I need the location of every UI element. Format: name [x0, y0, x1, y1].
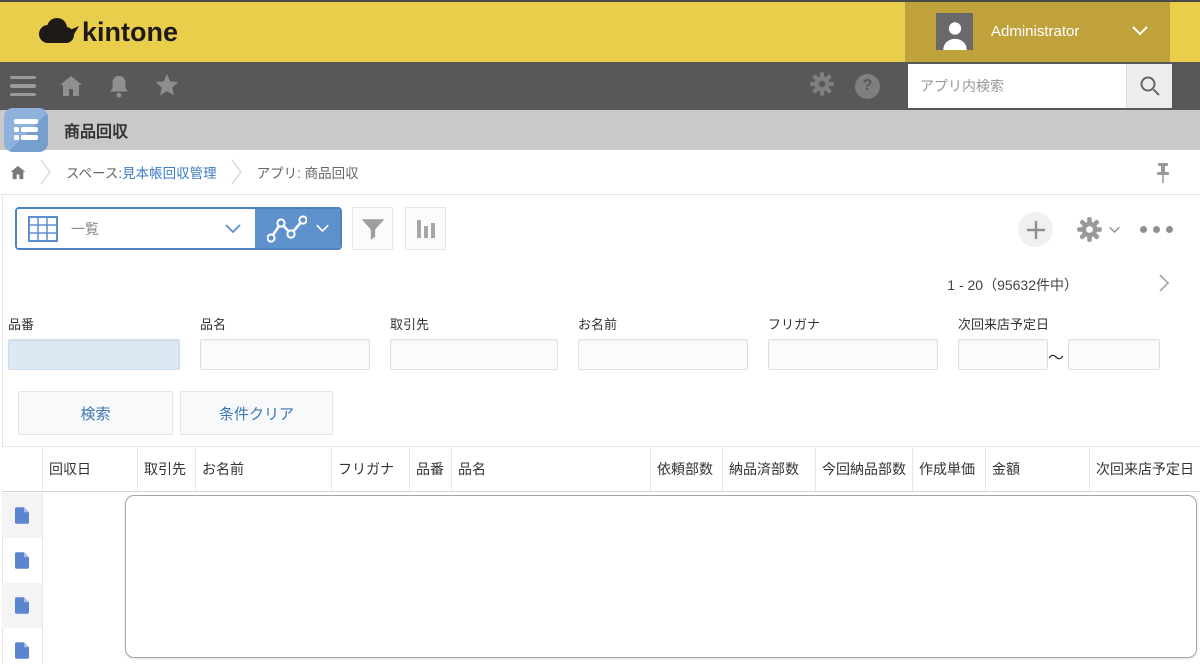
hamburger-menu-icon[interactable] — [10, 76, 36, 96]
chevron-down-icon — [315, 224, 329, 233]
gear-icon — [1077, 217, 1102, 242]
app-search — [908, 64, 1172, 108]
logo-text: kintone — [82, 16, 179, 47]
person-icon — [942, 21, 967, 50]
column-header[interactable]: 作成単価 — [913, 447, 986, 491]
column-header[interactable]: お名前 — [196, 447, 332, 491]
filter-input-furigana[interactable] — [768, 339, 938, 370]
filter-input-hinmei[interactable] — [200, 339, 370, 370]
filter-label-onamae: お名前 — [578, 317, 618, 332]
notifications-bell-icon[interactable] — [106, 74, 132, 98]
document-icon — [15, 552, 29, 569]
chevron-right-icon — [1159, 274, 1170, 292]
document-icon — [15, 642, 29, 659]
view-dropdown[interactable]: 一覧 — [17, 209, 255, 248]
favorites-star-icon[interactable] — [154, 74, 180, 98]
column-header[interactable]: 回収日 — [43, 447, 138, 491]
global-header: kintone Administrator — [0, 0, 1200, 62]
chevron-down-icon — [225, 224, 241, 234]
filter-input-onamae[interactable] — [578, 339, 748, 370]
view-selector: 一覧 — [15, 207, 342, 250]
kintone-logo[interactable]: kintone — [34, 12, 178, 52]
search-icon — [1140, 76, 1160, 96]
view-dropdown-label: 一覧 — [71, 220, 99, 237]
column-header[interactable]: 今回納品部数 — [816, 447, 913, 491]
filter-input-date-to[interactable] — [1068, 339, 1160, 370]
filter-label-furigana: フリガナ — [768, 317, 821, 332]
breadcrumb: スペース: 見本帳回収管理 アプリ: 商品回収 — [0, 150, 1200, 195]
graph-view-button[interactable] — [255, 209, 340, 248]
user-menu[interactable]: Administrator — [905, 0, 1170, 62]
clear-conditions-button[interactable]: 条件クリア — [180, 391, 333, 435]
add-record-button[interactable] — [1018, 212, 1053, 247]
app-icon[interactable] — [4, 108, 48, 152]
pagination-next-button[interactable] — [1158, 274, 1170, 297]
record-table-header: 回収日 取引先 お名前 フリガナ 品番 品名 依頼部数 納品済部数 今回納品部数… — [2, 446, 1200, 492]
column-header[interactable]: 依頼部数 — [651, 447, 723, 491]
header-icon-column — [2, 447, 43, 491]
table-view-icon — [28, 215, 58, 242]
home-icon[interactable] — [58, 74, 84, 98]
column-header[interactable]: 取引先 — [138, 447, 196, 491]
avatar — [936, 12, 973, 50]
breadcrumb-separator-icon — [40, 158, 52, 186]
app-search-input[interactable] — [908, 64, 1126, 108]
breadcrumb-separator-icon — [231, 158, 243, 186]
view-settings-button[interactable] — [1076, 216, 1120, 243]
filter-label-next-visit-date: 次回来店予定日 — [958, 317, 1050, 332]
bar-chart-icon — [416, 219, 435, 238]
pin-icon[interactable] — [1156, 162, 1170, 187]
help-icon[interactable]: ? — [855, 73, 880, 99]
search-submit-button[interactable] — [1126, 64, 1172, 108]
column-header[interactable]: フリガナ — [332, 447, 410, 491]
pagination-range: 1 - 20（95632件中） — [947, 277, 1078, 293]
filter-input-hinban[interactable] — [8, 339, 180, 370]
window-top-edge — [0, 0, 1200, 2]
filter-input-torihikisaki[interactable] — [390, 339, 558, 370]
document-icon — [15, 507, 29, 524]
app-title-bar: 商品回収 — [0, 110, 1200, 150]
app-title: 商品回収 — [64, 124, 129, 141]
breadcrumb-space-prefix: スペース: — [66, 166, 123, 181]
filter-label-hinmei: 品名 — [200, 317, 227, 332]
kintone-cloud-icon — [39, 18, 79, 43]
more-options-button[interactable] — [1140, 226, 1173, 233]
funnel-icon — [361, 218, 384, 240]
chevron-down-icon — [1132, 26, 1148, 36]
breadcrumb-space-link[interactable]: 見本帳回収管理 — [122, 162, 217, 182]
column-header[interactable]: 品名 — [452, 447, 651, 491]
column-header[interactable]: 納品済部数 — [723, 447, 816, 491]
line-graph-icon — [266, 214, 307, 243]
filter-label-torihikisaki: 取引先 — [390, 317, 430, 332]
user-name: Administrator — [991, 22, 1080, 40]
chevron-down-icon — [1109, 226, 1120, 233]
breadcrumb-home-icon[interactable] — [10, 165, 26, 180]
filter-label-hinban: 品番 — [8, 317, 35, 332]
record-link[interactable] — [2, 538, 43, 583]
breadcrumb-app-crumb: アプリ: 商品回収 — [256, 166, 359, 181]
column-header[interactable]: 品番 — [410, 447, 452, 491]
empty-popup-overlay — [125, 495, 1197, 658]
record-link[interactable] — [2, 628, 43, 664]
filter-input-date-from[interactable] — [958, 339, 1048, 370]
chart-button[interactable] — [405, 207, 446, 250]
record-link[interactable] — [2, 583, 43, 628]
column-header[interactable]: 次回来店予定日 — [1090, 447, 1200, 491]
record-link[interactable] — [2, 493, 43, 538]
plus-icon — [1026, 220, 1045, 239]
settings-gear-icon[interactable] — [809, 71, 835, 102]
kintone-app-screen: kintone Administrator ? アプリ内検索 商品回収 スペース… — [0, 0, 1200, 664]
column-header[interactable]: 金額 — [986, 447, 1090, 491]
document-icon — [15, 597, 29, 614]
search-button[interactable]: 検索 — [18, 391, 173, 435]
date-range-separator: ～ — [1047, 350, 1064, 367]
filter-button[interactable] — [352, 207, 393, 250]
